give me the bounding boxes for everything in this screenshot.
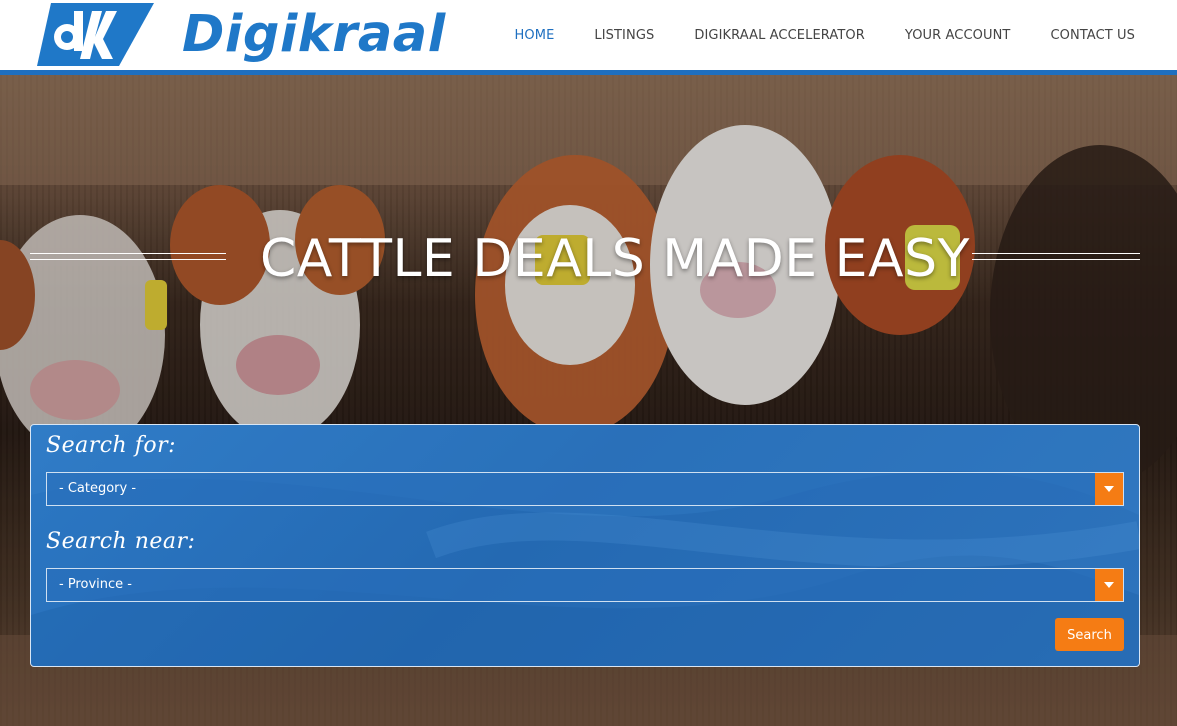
nav-item-your-account[interactable]: YOUR ACCOUNT (905, 28, 1011, 43)
category-select[interactable]: - Category - (46, 472, 1124, 506)
main-nav: HOME LISTINGS DIGIKRAAL ACCELERATOR YOUR… (475, 0, 1135, 70)
hero-divider-left (30, 253, 226, 260)
search-button[interactable]: Search (1055, 618, 1124, 651)
search-near-label: Search near: (46, 529, 196, 554)
nav-item-listings[interactable]: LISTINGS (594, 28, 654, 43)
hero-divider-right (972, 253, 1140, 260)
category-select-value: - Category - (59, 481, 137, 496)
nav-item-home[interactable]: HOME (515, 28, 555, 43)
hero-title: CATTLE DEALS MADE EASY (260, 229, 970, 289)
panel-wave-background (31, 425, 1139, 666)
chevron-down-icon (1104, 582, 1114, 588)
province-dropdown-button[interactable] (1095, 569, 1123, 601)
site-header: Digikraal HOME LISTINGS DIGIKRAAL ACCELE… (0, 0, 1177, 70)
search-for-label: Search for: (46, 433, 177, 458)
nav-item-contact-us[interactable]: CONTACT US (1050, 28, 1135, 43)
province-select-value: - Province - (59, 577, 132, 592)
chevron-down-icon (1104, 486, 1114, 492)
brand-name[interactable]: Digikraal (182, 4, 446, 66)
province-select[interactable]: - Province - (46, 568, 1124, 602)
nav-item-accelerator[interactable]: DIGIKRAAL ACCELERATOR (694, 28, 865, 43)
category-dropdown-button[interactable] (1095, 473, 1123, 505)
dk-logo-icon[interactable] (37, 3, 154, 66)
hero-heading: CATTLE DEALS MADE EASY (30, 225, 1140, 295)
hero-section: CATTLE DEALS MADE EASY Search for: - Cat… (0, 75, 1177, 726)
search-panel: Search for: - Category - Search near: - … (30, 424, 1140, 667)
